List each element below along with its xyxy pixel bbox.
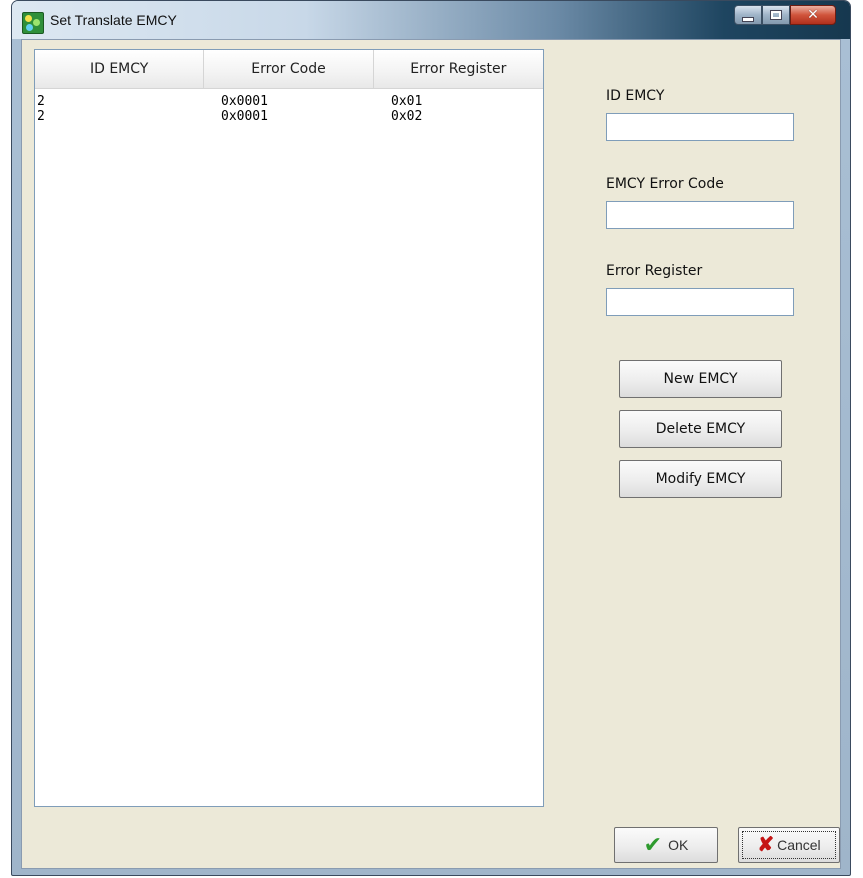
maximize-icon [770, 10, 782, 20]
cell-id-emcy: 2 [37, 94, 45, 109]
ok-button[interactable]: ✔ OK [614, 827, 718, 863]
ok-label: OK [668, 837, 689, 853]
column-header-id-emcy[interactable]: ID EMCY [35, 50, 205, 88]
cancel-button[interactable]: ✘ Cancel [738, 827, 840, 863]
caption-buttons: ✕ [734, 5, 836, 25]
id-emcy-label: ID EMCY [606, 88, 665, 104]
dialog-client-area: ID EMCY Error Code Error Register 2 0x00… [21, 39, 841, 869]
x-icon: ✘ [757, 834, 775, 856]
dialog-window: Set Translate EMCY ✕ ID EMCY Error Code … [11, 0, 851, 876]
column-header-error-code[interactable]: Error Code [204, 50, 374, 88]
cancel-label: Cancel [777, 837, 821, 853]
maximize-button[interactable] [762, 5, 790, 25]
minimize-icon [742, 16, 754, 22]
error-register-label: Error Register [606, 263, 703, 279]
check-icon: ✔ [643, 832, 663, 857]
error-register-field[interactable] [606, 288, 794, 316]
cell-id-emcy: 2 [37, 109, 45, 124]
cell-error-register: 0x01 [391, 94, 423, 109]
id-emcy-field[interactable] [606, 113, 794, 141]
modify-emcy-button[interactable]: Modify EMCY [619, 460, 782, 498]
title-bar[interactable]: Set Translate EMCY ✕ [12, 1, 850, 39]
app-icon [22, 12, 44, 34]
cell-error-register: 0x02 [391, 109, 423, 124]
delete-emcy-button[interactable]: Delete EMCY [619, 410, 782, 448]
focus-rect: ✘ Cancel [742, 831, 836, 859]
emcy-error-code-label: EMCY Error Code [606, 176, 724, 192]
emcy-error-code-field[interactable] [606, 201, 794, 229]
close-button[interactable]: ✕ [790, 5, 836, 25]
cell-error-code: 0x0001 [221, 109, 268, 124]
table-row[interactable]: 2 0x0001 0x02 [35, 109, 543, 124]
list-header: ID EMCY Error Code Error Register [35, 50, 543, 89]
new-emcy-button[interactable]: New EMCY [619, 360, 782, 398]
minimize-button[interactable] [734, 5, 762, 25]
column-header-error-register[interactable]: Error Register [374, 50, 543, 88]
cell-error-code: 0x0001 [221, 94, 268, 109]
close-icon: ✕ [807, 7, 819, 23]
window-title: Set Translate EMCY [50, 12, 177, 28]
table-row[interactable]: 2 0x0001 0x01 [35, 94, 543, 109]
emcy-list[interactable]: ID EMCY Error Code Error Register 2 0x00… [34, 49, 544, 807]
list-body: 2 0x0001 0x01 2 0x0001 0x02 [35, 89, 543, 124]
